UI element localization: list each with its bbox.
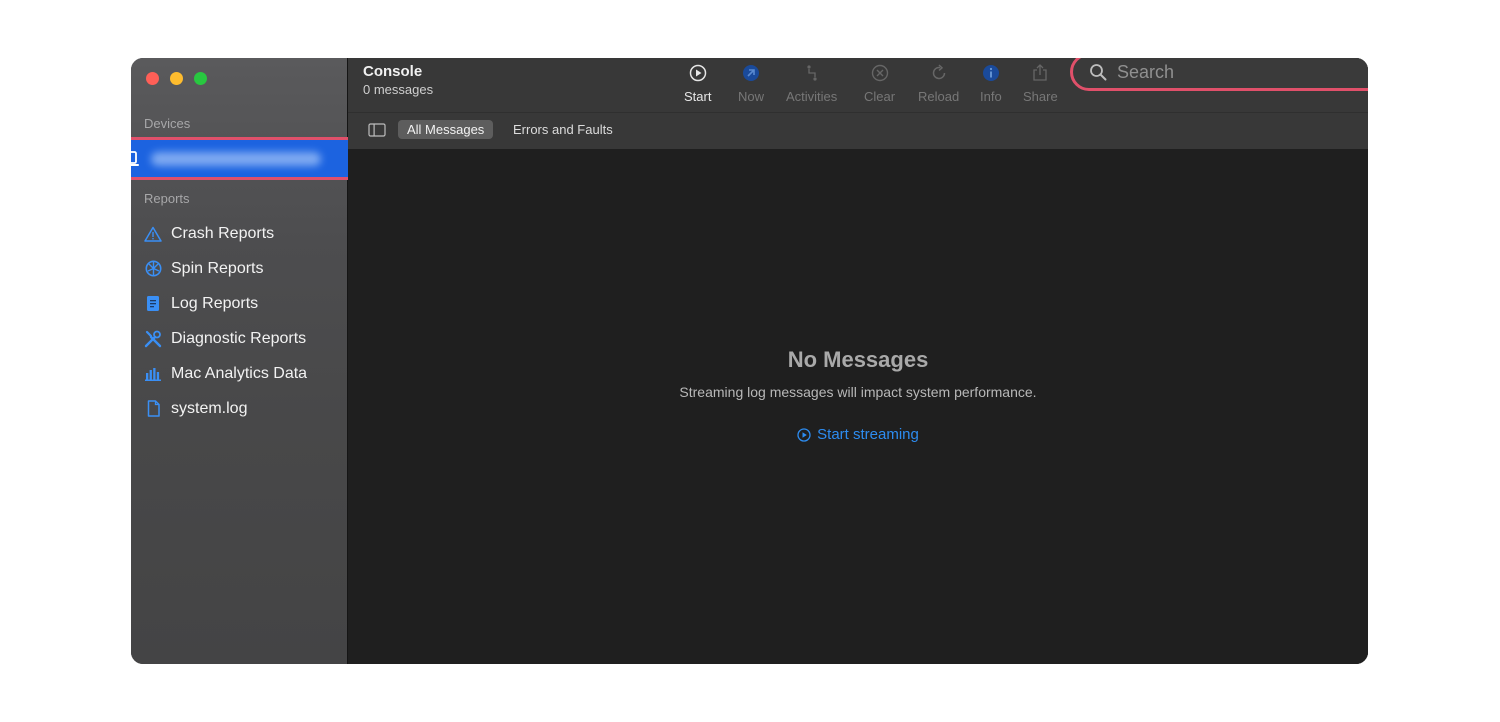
sidebar-item-label: Mac Analytics Data	[171, 364, 308, 382]
sidebar-item-crash-reports[interactable]: Crash Reports	[131, 216, 347, 251]
empty-state-subtitle: Streaming log messages will impact syste…	[679, 384, 1037, 400]
laptop-icon	[131, 150, 139, 168]
sidebar-item-label: system.log	[171, 399, 248, 417]
sidebar-item-label: Spin Reports	[171, 259, 264, 277]
sidebar: Devices Reports Crash Reports Spin Repor…	[131, 58, 371, 664]
main-pane: Console 0 messages Start Now Activities	[348, 58, 1368, 664]
toolbar: Console 0 messages Start Now Activities	[348, 58, 1368, 112]
window-controls	[146, 72, 207, 85]
sidebar-item-label: Diagnostic Reports	[171, 329, 307, 347]
sidebar-item-mac-analytics-data[interactable]: Mac Analytics Data	[131, 356, 347, 391]
filter-bar: All Messages Errors and Faults	[348, 112, 1368, 150]
log-document-icon	[144, 295, 162, 313]
start-button[interactable]: Start	[684, 63, 711, 104]
message-count: 0 messages	[363, 82, 434, 97]
close-window-button[interactable]	[146, 72, 159, 85]
play-circle-icon	[684, 63, 711, 83]
bar-chart-icon	[144, 365, 162, 383]
play-circle-icon	[797, 427, 811, 442]
reload-icon	[918, 63, 959, 83]
tab-all-messages[interactable]: All Messages	[398, 120, 494, 139]
warning-triangle-icon	[144, 225, 162, 243]
clear-x-circle-icon	[864, 63, 895, 83]
sidebar-item-diagnostic-reports[interactable]: Diagnostic Reports	[131, 321, 347, 356]
minimize-window-button[interactable]	[170, 72, 183, 85]
sidebar-item-spin-reports[interactable]: Spin Reports	[131, 251, 347, 286]
jump-to-now-icon	[738, 63, 764, 83]
search-icon	[1089, 63, 1107, 81]
start-streaming-label: Start streaming	[817, 426, 919, 443]
search-input[interactable]	[1115, 60, 1359, 84]
share-icon	[1023, 63, 1058, 83]
search-field[interactable]	[1070, 58, 1368, 91]
start-streaming-link[interactable]: Start streaming	[348, 426, 1368, 443]
empty-state-title: No Messages	[787, 347, 929, 372]
zoom-window-button[interactable]	[194, 72, 207, 85]
tools-icon	[144, 330, 162, 348]
tab-errors-and-faults[interactable]: Errors and Faults	[504, 120, 622, 139]
reload-button[interactable]: Reload	[918, 63, 959, 104]
activities-icon	[786, 63, 837, 83]
selected-device-item[interactable]	[131, 137, 371, 180]
devices-section-label: Devices	[144, 116, 191, 131]
spin-wheel-icon	[144, 260, 162, 278]
clear-button[interactable]: Clear	[864, 63, 895, 104]
now-button[interactable]: Now	[738, 63, 764, 104]
sidebar-item-label: Crash Reports	[171, 224, 275, 242]
device-name-redacted	[151, 151, 321, 166]
sidebar-item-system-log[interactable]: system.log	[131, 391, 347, 426]
window-title: Console	[363, 63, 423, 80]
share-button[interactable]: Share	[1023, 63, 1058, 104]
file-icon	[144, 400, 162, 418]
reports-list: Crash Reports Spin Reports Log Reports D…	[131, 216, 347, 426]
sidebar-item-log-reports[interactable]: Log Reports	[131, 286, 347, 321]
info-icon	[980, 63, 1002, 83]
activities-button[interactable]: Activities	[786, 63, 837, 104]
message-list-area: No Messages Streaming log messages will …	[348, 149, 1368, 664]
console-window: Devices Reports Crash Reports Spin Repor…	[131, 58, 1368, 664]
reports-section-label: Reports	[144, 191, 190, 206]
sidebar-toggle-icon[interactable]	[368, 123, 386, 137]
sidebar-item-label: Log Reports	[171, 294, 259, 312]
info-button[interactable]: Info	[980, 63, 1002, 104]
